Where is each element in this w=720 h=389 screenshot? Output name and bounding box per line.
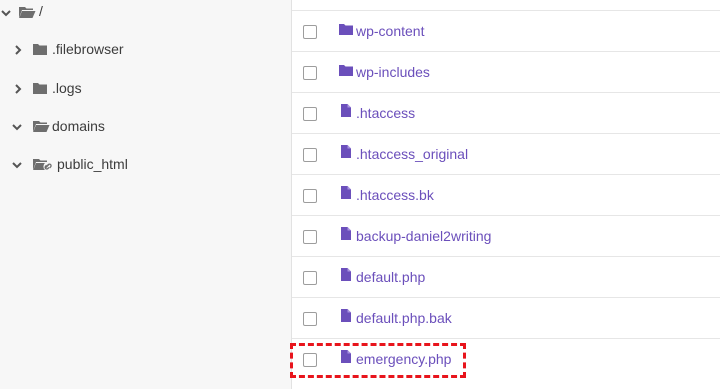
chevron-down-icon[interactable] xyxy=(0,6,13,20)
tree-item-label: / xyxy=(39,3,43,19)
file-name-link[interactable]: .htaccess_original xyxy=(356,146,468,162)
file-icon xyxy=(341,268,351,281)
row-checkbox[interactable] xyxy=(303,189,317,203)
row-checkbox[interactable] xyxy=(303,148,317,162)
row-checkbox[interactable] xyxy=(303,66,317,80)
file-list: wp-content wp-includes .htaccess .htacce… xyxy=(292,0,720,389)
file-row[interactable]: backup-daniel2writing xyxy=(292,215,720,256)
file-row[interactable]: wp-content xyxy=(292,10,720,51)
row-checkbox[interactable] xyxy=(303,230,317,244)
file-name-link[interactable]: .htaccess xyxy=(356,105,415,121)
file-name-link[interactable]: default.php xyxy=(356,269,425,285)
file-row[interactable]: .htaccess.bk xyxy=(292,174,720,215)
file-row[interactable]: .htaccess xyxy=(292,92,720,133)
folder-icon xyxy=(33,83,47,94)
row-checkbox[interactable] xyxy=(303,271,317,285)
file-row[interactable]: default.php.bak xyxy=(292,297,720,338)
row-checkbox[interactable] xyxy=(303,107,317,121)
row-checkbox[interactable] xyxy=(303,312,317,326)
chevron-right-icon[interactable] xyxy=(11,43,25,57)
file-name-link[interactable]: wp-content xyxy=(356,23,424,39)
tree-item-label: .logs xyxy=(52,80,82,96)
file-name-link[interactable]: backup-daniel2writing xyxy=(356,228,491,244)
tree-item-label: public_html xyxy=(57,156,128,172)
folder-icon xyxy=(339,65,353,76)
file-icon xyxy=(341,227,351,240)
folder-open-icon xyxy=(33,121,50,132)
file-name-link[interactable]: .htaccess.bk xyxy=(356,187,434,203)
highlight-box xyxy=(290,343,466,378)
file-icon xyxy=(341,104,351,117)
folder-link-icon xyxy=(33,159,53,172)
folder-icon xyxy=(33,44,47,55)
tree-item-label: .filebrowser xyxy=(52,41,124,57)
file-name-link[interactable]: wp-includes xyxy=(356,64,430,80)
tree-item-label: domains xyxy=(52,118,105,134)
chevron-down-icon[interactable] xyxy=(10,120,24,134)
row-checkbox[interactable] xyxy=(303,25,317,39)
file-name-link[interactable]: default.php.bak xyxy=(356,310,452,326)
folder-tree-sidebar: / .filebrowser .logs domains public_html xyxy=(0,0,292,389)
file-icon xyxy=(341,145,351,158)
file-icon xyxy=(341,186,351,199)
file-row[interactable]: wp-includes xyxy=(292,51,720,92)
chevron-right-icon[interactable] xyxy=(11,82,25,96)
file-icon xyxy=(341,309,351,322)
folder-icon xyxy=(339,24,353,35)
folder-open-icon xyxy=(19,7,36,18)
file-row[interactable]: .htaccess_original xyxy=(292,133,720,174)
chevron-down-icon[interactable] xyxy=(10,158,24,172)
file-row[interactable]: default.php xyxy=(292,256,720,297)
